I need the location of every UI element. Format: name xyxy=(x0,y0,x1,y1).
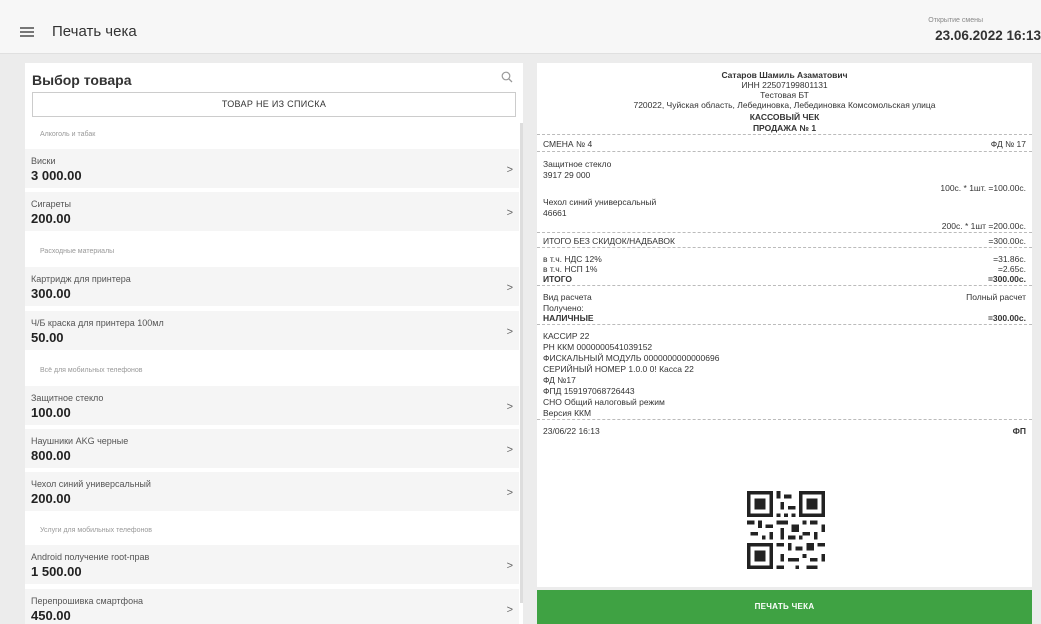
product-item[interactable]: Картридж для принтера 300.00 > xyxy=(25,267,519,306)
product-item[interactable]: Перепрошивка смартфона 450.00 > xyxy=(25,589,519,624)
scrollbar[interactable] xyxy=(520,123,523,603)
divider xyxy=(537,419,1032,420)
product-price: 300.00 xyxy=(31,286,71,301)
receipt-nsp-value: =2.65с. xyxy=(997,264,1026,274)
divider xyxy=(537,247,1032,248)
product-price: 1 500.00 xyxy=(31,564,82,579)
receipt-fpd: ФПД 159197068726443 xyxy=(543,386,635,396)
product-price: 100.00 xyxy=(31,405,71,420)
receipt-line-calc: 200с. * 1шт =200.00с. xyxy=(941,221,1026,231)
product-price: 800.00 xyxy=(31,448,71,463)
category-label: Алкоголь и табак xyxy=(40,131,96,138)
chevron-right-icon: > xyxy=(506,401,513,413)
receipt-fd-number: ФД №17 xyxy=(543,375,576,385)
receipt-owner: Сатаров Шамиль Азаматович xyxy=(721,70,848,80)
receipt-vat-label: в т.ч. НДС 12% xyxy=(543,254,602,264)
divider xyxy=(537,324,1032,325)
product-selection-panel: Выбор товара ТОВАР НЕ ИЗ СПИСКА Алкоголь… xyxy=(25,63,523,624)
receipt-sno: СНО Общий налоговый режим xyxy=(543,397,665,407)
receipt-serial: СЕРИЙНЫЙ НОМЕР 1.0.0 0! Касса 22 xyxy=(543,364,694,374)
divider xyxy=(537,151,1032,152)
search-icon[interactable] xyxy=(501,71,513,83)
product-name: Android получение root-прав xyxy=(31,552,150,562)
receipt-line-name: Защитное стекло xyxy=(543,159,612,169)
receipt-total-label: ИТОГО xyxy=(543,274,573,284)
receipt-cash-label: НАЛИЧНЫЕ xyxy=(543,313,594,323)
item-not-in-list-button[interactable]: ТОВАР НЕ ИЗ СПИСКА xyxy=(32,92,516,117)
receipt-datetime: 23/06/22 16:13 xyxy=(543,426,600,436)
product-item[interactable]: Наушники AKG черные 800.00 > xyxy=(25,429,519,468)
receipt-cashier: КАССИР 22 xyxy=(543,331,590,341)
product-item[interactable]: Android получение root-прав 1 500.00 > xyxy=(25,545,519,584)
product-name: Сигареты xyxy=(31,199,71,209)
receipt-subtotal-label: ИТОГО БЕЗ СКИДОК/НАДБАВОК xyxy=(543,236,675,246)
chevron-right-icon: > xyxy=(506,282,513,294)
chevron-right-icon: > xyxy=(506,326,513,338)
receipt-inn: ИНН 22507199801131 xyxy=(741,80,828,90)
chevron-right-icon: > xyxy=(506,207,513,219)
chevron-right-icon: > xyxy=(506,164,513,176)
shift-open-datetime: 23.06.2022 16:13 xyxy=(935,28,1041,43)
product-name: Перепрошивка смартфона xyxy=(31,596,144,606)
panel-title: Выбор товара xyxy=(32,72,132,88)
qr-code-image xyxy=(747,491,825,569)
receipt-fiscal-module: ФИСКАЛЬНЫЙ МОДУЛЬ 0000000000000696 xyxy=(543,353,720,363)
receipt-shift: СМЕНА № 4 xyxy=(543,139,593,149)
receipt-preview: Сатаров Шамиль Азаматович ИНН 2250719980… xyxy=(537,63,1032,587)
receipt-fp: ФП xyxy=(1012,426,1026,436)
shift-open-label: Открытие смены xyxy=(928,17,983,24)
receipt-kkm-version: Версия ККМ xyxy=(543,408,592,418)
receipt-line-code: 46661 xyxy=(543,208,567,218)
page-title: Печать чека xyxy=(52,23,137,40)
product-name: Защитное стекло xyxy=(31,393,104,403)
product-price: 450.00 xyxy=(31,608,71,623)
receipt-sale-number: ПРОДАЖА № 1 xyxy=(752,123,817,133)
product-price: 50.00 xyxy=(31,330,64,345)
top-bar: Печать чека Открытие смены 23.06.2022 16… xyxy=(0,0,1041,54)
receipt-line-calc: 100с. * 1шт. =100.00с. xyxy=(940,183,1026,193)
receipt-subtotal-value: =300.00с. xyxy=(988,236,1026,246)
receipt-received-label: Получено: xyxy=(543,303,584,313)
chevron-right-icon: > xyxy=(506,487,513,499)
receipt-payment-value: Полный расчет xyxy=(966,292,1026,302)
product-item[interactable]: Виски 3 000.00 > xyxy=(25,149,519,188)
receipt-nsp-label: в т.ч. НСП 1% xyxy=(543,264,598,274)
receipt-payment-label: Вид расчета xyxy=(543,292,592,302)
category-label: Всё для мобильных телефонов xyxy=(40,367,143,374)
product-name: Виски xyxy=(31,156,56,166)
hamburger-menu-icon[interactable] xyxy=(20,27,34,37)
chevron-right-icon: > xyxy=(506,444,513,456)
receipt-rn-kkm: РН ККМ 0000000541039152 xyxy=(543,342,653,352)
product-name: Ч/Б краска для принтера 100мл xyxy=(31,318,164,328)
divider xyxy=(537,285,1032,286)
category-label: Услуги для мобильных телефонов xyxy=(40,527,152,534)
product-price: 200.00 xyxy=(31,491,71,506)
receipt-store: Тестовая БТ xyxy=(760,90,809,100)
category-label: Расходные материалы xyxy=(40,248,115,255)
receipt-doc-type: КАССОВЫЙ ЧЕК xyxy=(749,112,820,122)
product-name: Наушники AKG черные xyxy=(31,436,129,446)
chevron-right-icon: > xyxy=(506,604,513,616)
product-price: 200.00 xyxy=(31,211,71,226)
product-item[interactable]: Ч/Б краска для принтера 100мл 50.00 > xyxy=(25,311,519,350)
print-receipt-button[interactable]: ПЕЧАТЬ ЧЕКА xyxy=(537,590,1032,624)
product-item[interactable]: Защитное стекло 100.00 > xyxy=(25,386,519,425)
divider xyxy=(537,232,1032,233)
receipt-line-name: Чехол синий универсальный xyxy=(543,197,657,207)
receipt-line-code: 3917 29 000 xyxy=(543,170,591,180)
receipt-total-value: =300.00с. xyxy=(987,274,1026,284)
chevron-right-icon: > xyxy=(506,560,513,572)
receipt-vat-value: =31.86с. xyxy=(993,254,1026,264)
product-price: 3 000.00 xyxy=(31,168,82,183)
receipt-address: 720022, Чуйская область, Лебединовка, Ле… xyxy=(633,100,936,110)
receipt-fd: ФД № 17 xyxy=(990,139,1026,149)
product-name: Чехол синий универсальный xyxy=(31,479,151,489)
divider xyxy=(537,134,1032,135)
product-name: Картридж для принтера xyxy=(31,274,131,284)
product-item[interactable]: Чехол синий универсальный 200.00 > xyxy=(25,472,519,511)
receipt-cash-value: =300.00с. xyxy=(987,313,1026,323)
product-item[interactable]: Сигареты 200.00 > xyxy=(25,192,519,231)
